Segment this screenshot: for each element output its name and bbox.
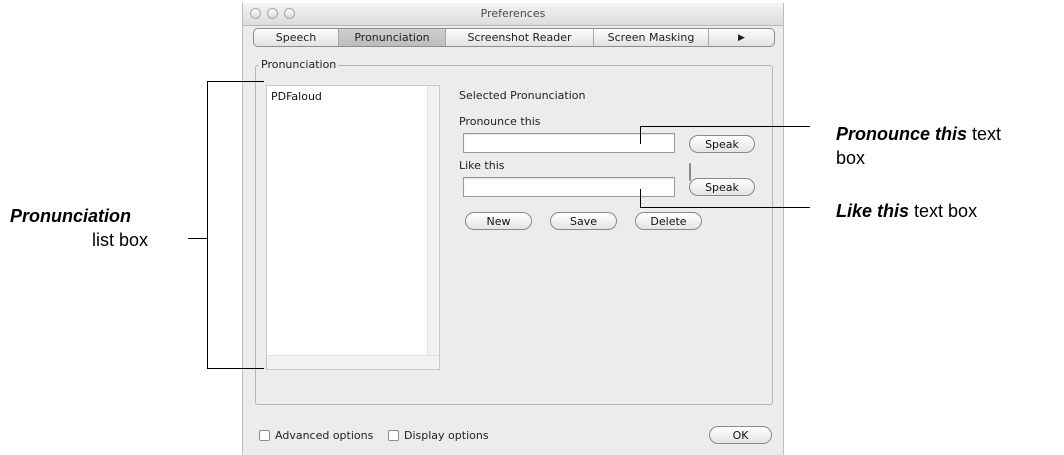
display-options-label: Display options [404,429,489,442]
tab-bar: Speech Pronunciation Screenshot Reader S… [253,28,775,47]
like-callout-horizontal [640,207,810,208]
title-bar: Preferences [243,3,783,26]
like-this-label: Like this [459,159,505,172]
preferences-window: Preferences Speech Pronunciation Screens… [242,3,784,455]
pronunciation-callout-text: list box [92,230,149,250]
display-options-checkbox[interactable] [388,430,399,441]
save-button[interactable]: Save [550,212,617,230]
pronounce-callout-vertical [640,126,641,144]
pronounce-callout-text: Pronounce this text [836,124,1002,144]
ok-button[interactable]: OK [709,426,772,444]
list-callout-top [207,81,264,82]
pronunciation-callout-title: Pronunciation [10,206,131,226]
pronunciation-list-box[interactable]: PDFaloud [266,85,440,370]
list-callout-stub [188,238,208,239]
vertical-scrollbar[interactable] [427,86,439,356]
tab-speech[interactable]: Speech [254,29,339,46]
selected-pronunciation-heading: Selected Pronunciation [459,89,586,102]
tab-screen-masking[interactable]: Screen Masking [594,29,709,46]
pronounce-callout-horizontal [640,126,810,127]
advanced-options-checkbox[interactable] [259,430,270,441]
like-this-input[interactable] [463,177,675,197]
pronounce-this-label: Pronounce this [459,115,541,128]
pronounce-this-input[interactable] [463,133,675,153]
tab-pronunciation[interactable]: Pronunciation [339,29,446,46]
pronunciation-group-title: Pronunciation [259,58,339,71]
list-item[interactable]: PDFaloud [271,90,322,103]
like-callout-vertical [640,189,641,207]
horizontal-scrollbar[interactable] [267,355,439,369]
advanced-options-label: Advanced options [275,429,374,442]
list-callout-bottom [207,368,264,369]
delete-button[interactable]: Delete [635,212,702,230]
speak-pronounce-button[interactable]: Speak [689,135,755,153]
tab-scroll-right-icon[interactable]: ▶ [709,29,774,46]
new-button[interactable]: New [465,212,532,230]
pronounce-callout-text-2: box [836,148,866,168]
like-callout-text: Like this text box [836,201,978,221]
tab-screenshot-reader[interactable]: Screenshot Reader [446,29,594,46]
speak-like-button[interactable]: Speak [689,178,755,196]
window-title: Preferences [480,7,546,20]
list-callout-bracket [207,81,208,369]
